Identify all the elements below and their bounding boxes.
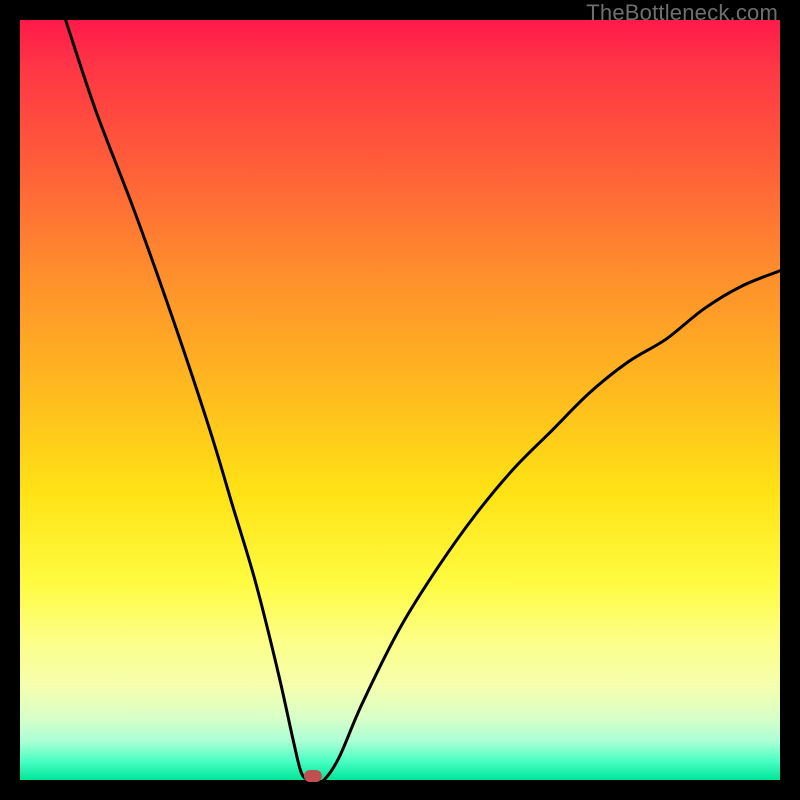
plot-area [20, 20, 780, 780]
watermark-text: TheBottleneck.com [586, 0, 778, 26]
optimal-point-marker [304, 770, 322, 782]
bottleneck-curve [20, 20, 780, 780]
